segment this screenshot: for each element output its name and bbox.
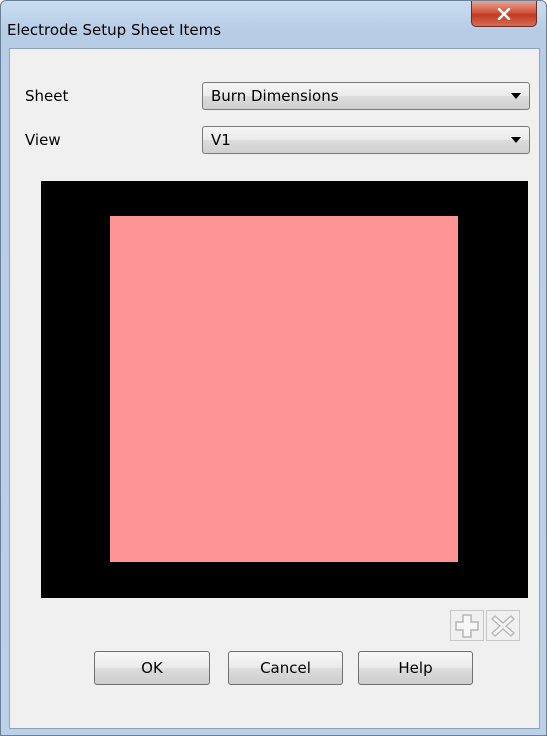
view-dropdown-value: V1: [211, 131, 231, 149]
sheet-dropdown[interactable]: Burn Dimensions: [202, 82, 530, 110]
burn-dimension-shape: [110, 216, 458, 562]
preview-canvas[interactable]: [41, 181, 528, 598]
chevron-down-icon: [511, 93, 521, 99]
sheet-dropdown-value: Burn Dimensions: [211, 87, 339, 105]
delete-item-button[interactable]: [486, 610, 520, 641]
add-item-button[interactable]: [450, 610, 484, 641]
close-button[interactable]: [471, 1, 537, 27]
chevron-down-icon: [511, 137, 521, 143]
dialog-body: Sheet Burn Dimensions View V1 OK Cancel: [9, 48, 540, 729]
help-button[interactable]: Help: [358, 651, 473, 685]
ok-button[interactable]: OK: [94, 651, 210, 685]
plus-icon: [455, 613, 479, 638]
view-dropdown[interactable]: V1: [202, 126, 530, 154]
cancel-button[interactable]: Cancel: [228, 651, 343, 685]
view-label: View: [25, 131, 61, 149]
sheet-label: Sheet: [25, 87, 69, 105]
delete-x-icon: [491, 614, 515, 637]
dialog-window: Electrode Setup Sheet Items Sheet Burn D…: [0, 0, 547, 736]
preview-graphic: [110, 216, 458, 562]
window-title: Electrode Setup Sheet Items: [7, 21, 222, 39]
title-bar[interactable]: Electrode Setup Sheet Items: [1, 1, 546, 39]
close-icon: [497, 7, 511, 20]
